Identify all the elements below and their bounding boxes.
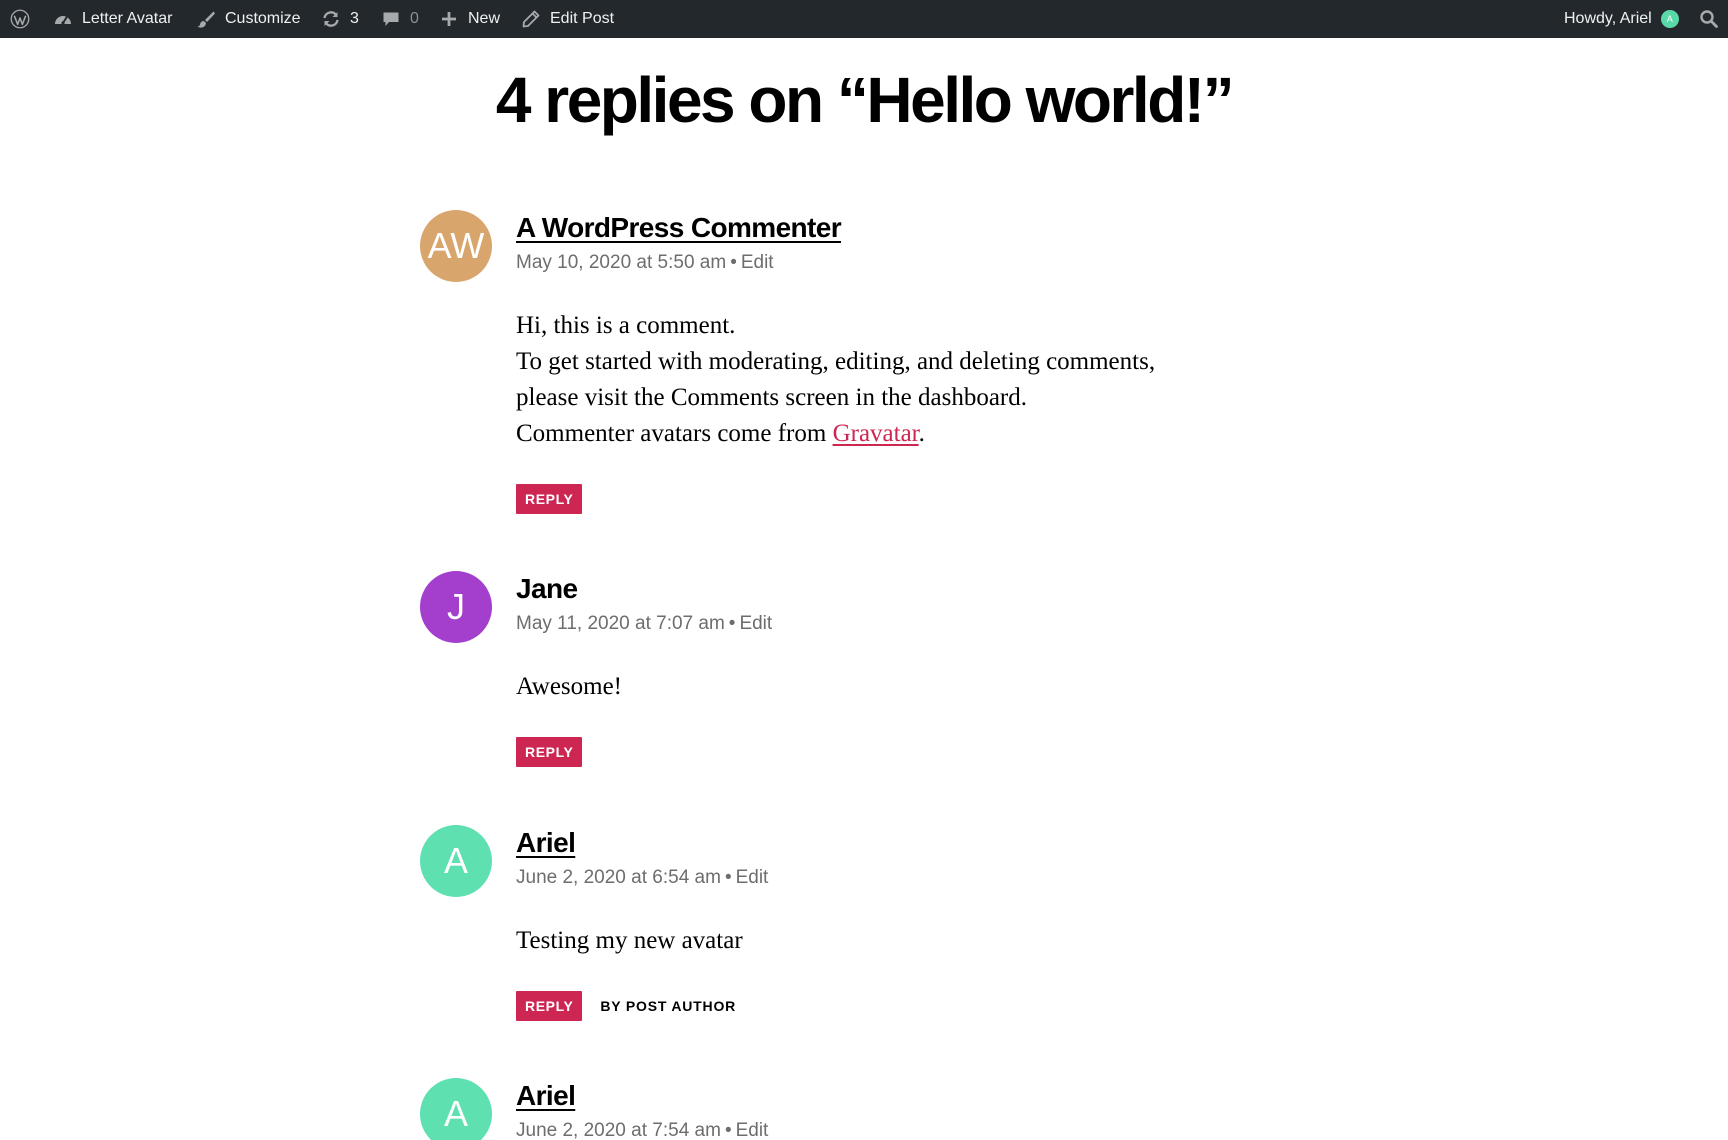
comment-text-line: Commenter avatars come from Gravatar. [516, 416, 1236, 452]
comment-meta: May 10, 2020 at 5:50 am • Edit [516, 252, 774, 273]
user-avatar: A [1660, 10, 1679, 28]
comment-text: Hi, this is a comment. To get started wi… [516, 308, 1236, 452]
comment-author-link[interactable]: Ariel [516, 1078, 1236, 1114]
new-label: New [468, 10, 501, 27]
avatar: J [420, 571, 492, 643]
comments-link[interactable]: 0 [380, 0, 419, 38]
comment-bubble-icon [380, 8, 402, 30]
reply-button[interactable]: REPLY [516, 484, 583, 514]
comment-date-link[interactable]: June 2, 2020 at 7:54 am [516, 1120, 721, 1140]
comment-text: Testing my new avatar [516, 927, 743, 954]
site-name-menu[interactable]: Letter Avatar [52, 0, 172, 38]
comment-meta: June 2, 2020 at 7:54 am • Edit [516, 1120, 769, 1140]
comment-meta: June 2, 2020 at 6:54 am • Edit [516, 867, 769, 888]
comments-title: 4 replies on “Hello world!” [495, 64, 1235, 136]
comment-edit-link[interactable]: Edit [736, 867, 769, 888]
user-account-menu[interactable]: Howdy, Ariel A [1564, 0, 1679, 38]
updates-count: 3 [350, 10, 359, 27]
comment-author-name: Jane [516, 573, 578, 604]
wordpress-logo-icon [8, 7, 32, 31]
search-toggle[interactable] [1698, 0, 1720, 38]
updates-refresh-icon [320, 8, 342, 30]
comment-text-line: please visit the Comments screen in the … [516, 384, 1027, 411]
search-icon [1698, 8, 1720, 30]
comment-edit-link[interactable]: Edit [736, 1120, 769, 1140]
post-author-badge: BY POST AUTHOR [600, 998, 737, 1014]
avatar: AW [420, 210, 492, 282]
comment-author-link[interactable]: A WordPress Commenter [516, 210, 1236, 246]
comment-date-link[interactable]: June 2, 2020 at 6:54 am [516, 867, 721, 888]
comment-body: Ariel June 2, 2020 at 6:54 am • Edit Testi… [516, 825, 1236, 1021]
customize-label: Customize [225, 10, 301, 27]
comment-actions: REPLY [516, 737, 1236, 767]
wordpress-logo-menu[interactable] [8, 0, 32, 38]
new-content-menu[interactable]: New [438, 0, 500, 38]
reply-button[interactable]: REPLY [516, 737, 583, 767]
customize-link[interactable]: Customize [195, 0, 301, 38]
comment-actions: REPLY [516, 484, 1236, 514]
comment-author-link[interactable]: Ariel [516, 825, 1236, 861]
pencil-icon [520, 8, 542, 30]
howdy-label: Howdy, Ariel [1564, 10, 1652, 27]
reply-button[interactable]: REPLY [516, 991, 583, 1021]
comment-text-line: To get started with moderating, editing,… [516, 348, 1156, 375]
comment-edit-link[interactable]: Edit [741, 252, 774, 273]
plus-icon [438, 8, 460, 30]
comment-body: A WordPress Commenter May 10, 2020 at 5:… [516, 210, 1236, 514]
comment-text-line: Hi, this is a comment. [516, 312, 736, 339]
gravatar-link[interactable]: Gravatar [833, 420, 919, 447]
comment-meta: May 11, 2020 at 7:07 am • Edit [516, 613, 773, 634]
edit-post-link[interactable]: Edit Post [520, 0, 614, 38]
comment-text-prefix: Commenter avatars come from [516, 420, 833, 447]
comment-date-link[interactable]: May 11, 2020 at 7:07 am [516, 613, 725, 634]
comment-body: Ariel June 2, 2020 at 7:54 am • Edit [516, 1078, 1236, 1140]
comments-count: 0 [410, 10, 419, 27]
paintbrush-icon [195, 8, 217, 30]
avatar: A [420, 825, 492, 897]
comment-text: Awesome! [516, 673, 623, 700]
site-name-label: Letter Avatar [82, 10, 173, 27]
comment-date-link[interactable]: May 10, 2020 at 5:50 am [516, 252, 726, 273]
edit-post-label: Edit Post [550, 10, 615, 27]
avatar: A [420, 1078, 492, 1140]
dashboard-gauge-icon [52, 8, 74, 30]
comment-edit-link[interactable]: Edit [739, 613, 772, 634]
comment-body: Jane May 11, 2020 at 7:07 am • Edit Awesom… [516, 571, 1236, 767]
updates-link[interactable]: 3 [320, 0, 359, 38]
comment-text-suffix: . [918, 420, 925, 447]
admin-bar: Letter Avatar Customize 3 0 New Edit Pos… [0, 0, 1728, 38]
comment-actions: REPLY BY POST AUTHOR [516, 991, 1236, 1021]
